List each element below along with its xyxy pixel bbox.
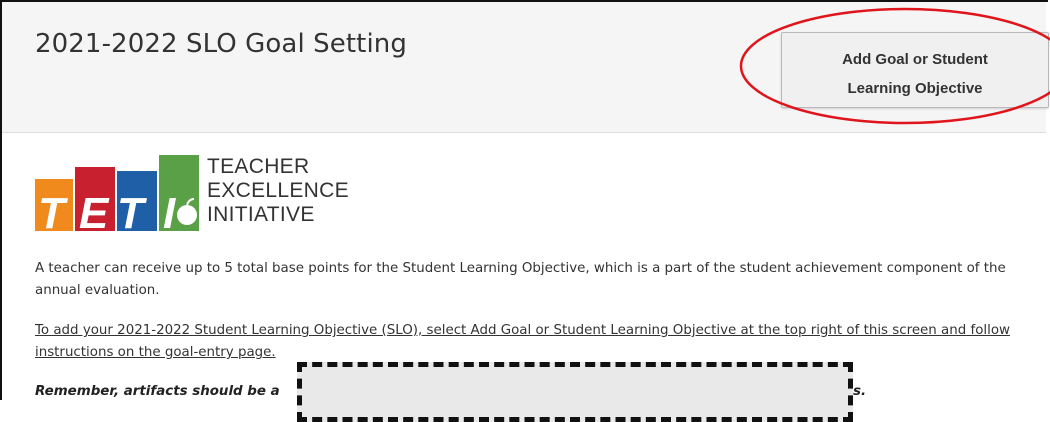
logo-letter-i: I (163, 189, 176, 233)
reminder-text-end: s. (853, 384, 867, 399)
logo-text-line3: INITIATIVE (207, 203, 315, 226)
logo-text-line1: TEACHER (207, 155, 310, 178)
add-goal-button[interactable]: Add Goal or Student Learning Objective (781, 32, 1049, 108)
logo-letter-e: E (79, 189, 110, 233)
logo-letter-t2: T (117, 189, 147, 233)
logo-letter-t1: T (38, 189, 68, 233)
page-title: 2021-2022 SLO Goal Setting (35, 29, 407, 59)
slo-points-paragraph: A teacher can receive up to 5 total base… (35, 261, 1006, 298)
add-goal-button-line2: Learning Objective (847, 80, 983, 97)
logo-text-line2: EXCELLENCE (207, 179, 349, 202)
add-slo-instructions-link[interactable]: To add your 2021-2022 Student Learning O… (35, 320, 1035, 364)
add-goal-button-line1: Add Goal or Student (842, 51, 988, 68)
logo-wordmark: TEACHER EXCELLENCE INITIATIVE (207, 155, 349, 227)
redaction-box (297, 362, 853, 422)
